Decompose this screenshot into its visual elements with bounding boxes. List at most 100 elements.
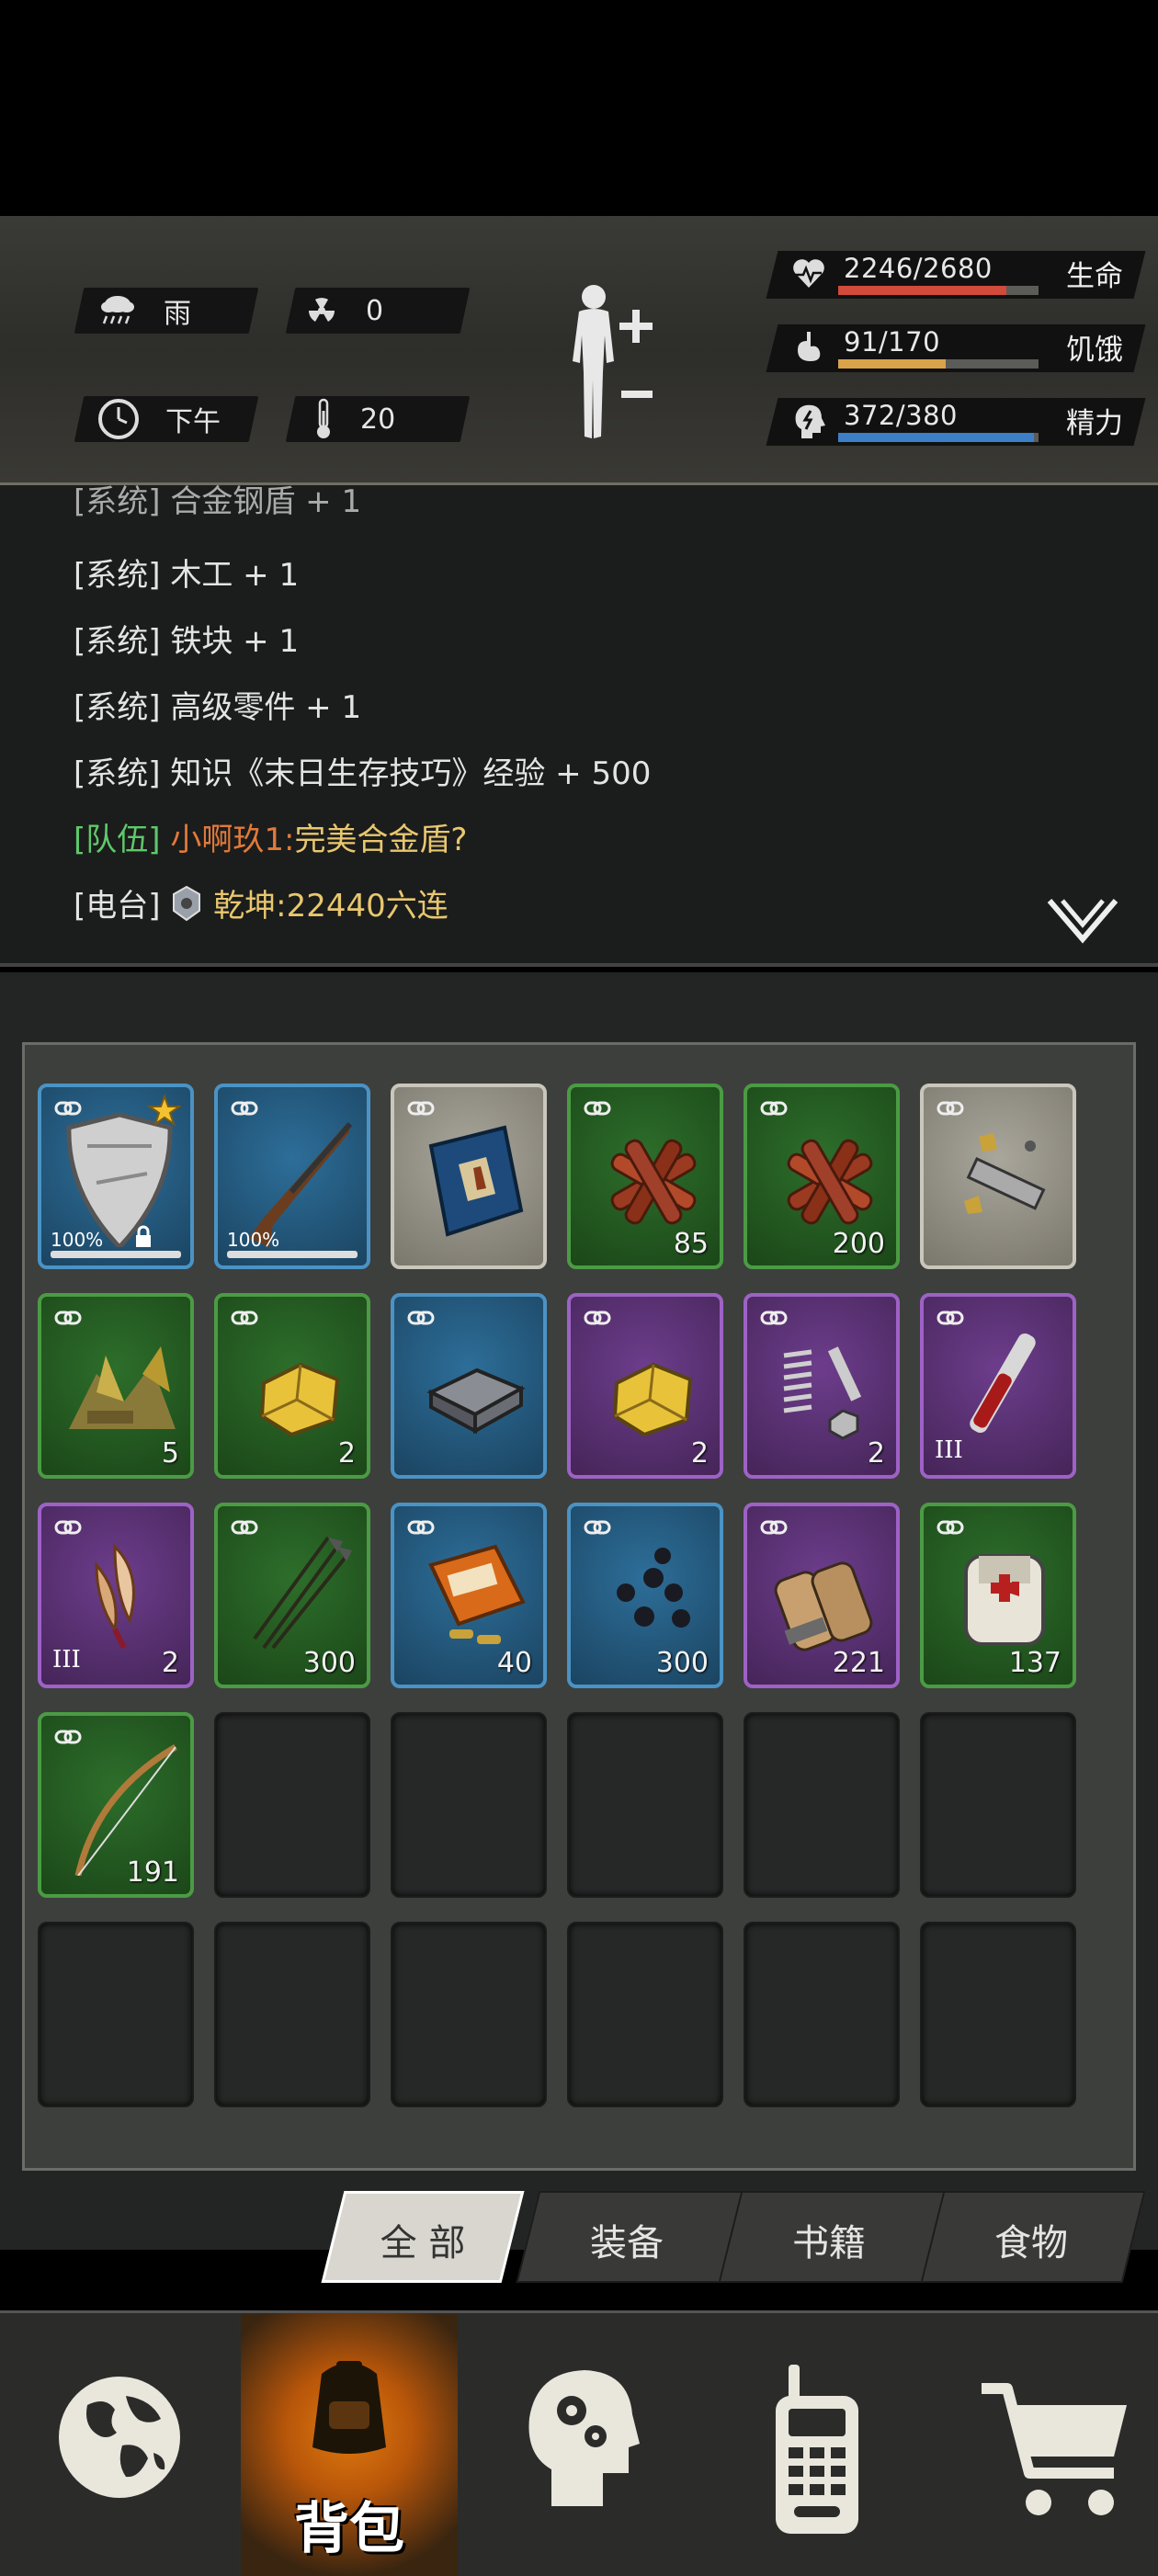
inventory-slot[interactable]: 2 (744, 1293, 900, 1479)
nav-backpack-label: 背包 (294, 2497, 404, 2561)
radiation-status: 0 (303, 288, 383, 334)
firewood-icon (787, 1139, 873, 1225)
hunger-label: 饥饿 (1066, 334, 1123, 367)
temperature-value: 20 (360, 403, 396, 436)
tab-equipment-label: 装备 (590, 2222, 664, 2264)
item-quantity: 221 (832, 1647, 885, 1679)
tab-all-label: 全 部 (380, 2222, 466, 2264)
nav-shop-button[interactable] (926, 2313, 1158, 2576)
time-status: 下午 (97, 396, 221, 442)
chat-line: [系统] 高级零件 + 1 (74, 689, 362, 726)
empty-inventory-slot[interactable] (214, 1922, 370, 2107)
ammo-box-icon (428, 1544, 526, 1644)
tier-badge: III (935, 1436, 963, 1464)
chat-log[interactable]: [系统] 合金钢盾 + 1 [系统] 木工 + 1 [系统] 铁块 + 1 [系… (0, 483, 1158, 967)
chat-line: [系统] 合金钢盾 + 1 (74, 483, 362, 520)
lock-icon (136, 1225, 151, 1247)
inventory-slot[interactable]: 191 (38, 1712, 194, 1898)
inventory-slot[interactable]: 40 (391, 1503, 547, 1688)
hunger-stat: 91/170 饥饿 (766, 324, 1146, 372)
team-sender[interactable]: 小啊玖1: (170, 822, 294, 858)
inventory-slot[interactable]: 137 (920, 1503, 1076, 1688)
player-badge-icon (173, 885, 201, 922)
team-message: 完美合金盾? (294, 822, 468, 858)
item-quantity: 300 (655, 1647, 709, 1679)
survival-book-icon (428, 1125, 524, 1237)
item-quantity: 300 (302, 1647, 356, 1679)
inventory-slot[interactable]: III (920, 1293, 1076, 1479)
empty-inventory-slot[interactable] (214, 1712, 370, 1898)
clock-icon (98, 399, 139, 439)
iron-ingot-icon (426, 1367, 526, 1435)
inventory-slot[interactable]: 100% (214, 1084, 370, 1269)
inventory-grid: 100% 100% 85 200 5 2 2 2 III III 2 300 40 300 221 137 19… (22, 1042, 1136, 2171)
inventory-slot[interactable]: 100% (38, 1084, 194, 1269)
item-quantity: 2 (867, 1437, 885, 1470)
gold-ore-icon (259, 1362, 340, 1437)
empty-inventory-slot[interactable] (567, 1712, 723, 1898)
expand-chat-chevron-icon[interactable] (1046, 895, 1119, 947)
nav-skills-button[interactable] (465, 2313, 697, 2576)
weather-status: 雨 (97, 288, 191, 334)
item-quantity: 137 (1008, 1647, 1062, 1679)
inventory-slot[interactable]: 5 (38, 1293, 194, 1479)
inventory-slot[interactable] (391, 1293, 547, 1479)
inventory-slot[interactable]: 300 (214, 1503, 370, 1688)
inventory-slot[interactable]: 2 (214, 1293, 370, 1479)
radio-sender[interactable]: 乾坤 (213, 888, 276, 925)
inventory-slot[interactable]: III 2 (38, 1503, 194, 1688)
backpack-icon (312, 2361, 386, 2454)
body-figure-icon (573, 285, 653, 438)
item-quantity: 200 (832, 1228, 885, 1260)
durability-text: 100% (227, 1229, 280, 1251)
nav-backpack-button[interactable]: 背包 (241, 2313, 458, 2576)
inventory-slot[interactable]: 200 (744, 1084, 900, 1269)
empty-inventory-slot[interactable] (744, 1922, 900, 2107)
character-body-button[interactable] (559, 280, 669, 449)
energy-label: 精力 (1066, 407, 1123, 440)
empty-inventory-slot[interactable] (38, 1922, 194, 2107)
empty-inventory-slot[interactable] (920, 1712, 1076, 1898)
empty-inventory-slot[interactable] (567, 1922, 723, 2107)
tab-books-label: 书籍 (792, 2222, 866, 2264)
durability-bar (227, 1251, 358, 1258)
shopping-cart-icon (982, 2383, 1127, 2515)
inventory-slot[interactable]: 85 (567, 1084, 723, 1269)
inventory-slot[interactable] (920, 1084, 1076, 1269)
item-quantity: 40 (496, 1647, 532, 1679)
heartbeat-icon (793, 259, 824, 288)
hunger-value: 91/170 (844, 326, 941, 357)
gold-ore-icon (612, 1362, 693, 1437)
item-quantity: 85 (673, 1228, 709, 1260)
radiation-icon (309, 298, 335, 322)
energy-bar (838, 433, 1039, 442)
time-label: 下午 (165, 406, 221, 438)
item-quantity: 2 (337, 1437, 356, 1470)
thermometer-icon (317, 398, 330, 438)
radiation-value: 0 (366, 294, 384, 327)
chat-line: [系统] 知识《末日生存技巧》经验 + 500 (74, 755, 652, 792)
iron-balls-icon (617, 1548, 690, 1628)
inventory-slot[interactable]: 300 (567, 1503, 723, 1688)
empty-inventory-slot[interactable] (391, 1712, 547, 1898)
shotgun-shells-icon (774, 1561, 873, 1651)
inventory-slot[interactable]: 221 (744, 1503, 900, 1688)
tab-food-label: 食物 (994, 2222, 1068, 2264)
durability-bar (51, 1251, 181, 1258)
nav-radio-button[interactable] (697, 2313, 928, 2576)
health-stat: 2246/2680 生命 (766, 251, 1146, 299)
head-gears-icon (528, 2370, 640, 2506)
chat-line: [系统] 木工 + 1 (74, 557, 300, 594)
item-quantity: 2 (161, 1647, 179, 1679)
energy-value: 372/380 (844, 400, 958, 431)
weather-label: 雨 (164, 298, 191, 330)
empty-inventory-slot[interactable] (391, 1922, 547, 2107)
empty-inventory-slot[interactable] (744, 1712, 900, 1898)
inventory-slot[interactable] (391, 1084, 547, 1269)
empty-inventory-slot[interactable] (920, 1922, 1076, 2107)
energy-stat: 372/380 精力 (766, 398, 1146, 446)
inventory-slot[interactable]: 2 (567, 1293, 723, 1479)
nav-world-button[interactable] (0, 2313, 232, 2576)
radio-chat-line: [电台] 乾坤:22440六连 (74, 880, 448, 925)
radio-tag: [电台] (74, 888, 161, 925)
